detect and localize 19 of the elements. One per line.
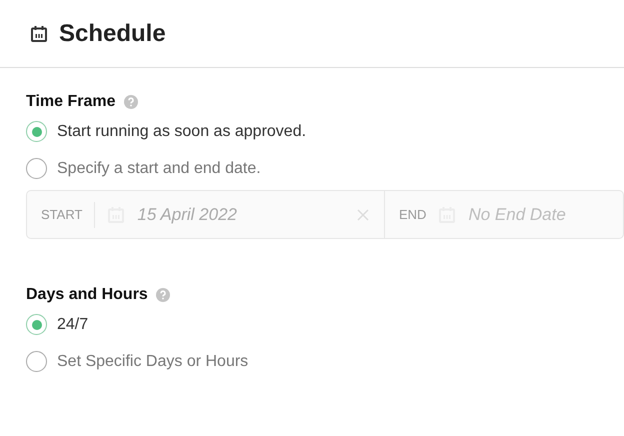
section-title: Days and Hours: [26, 286, 148, 304]
page-title: Schedule: [59, 20, 166, 48]
radio-option[interactable]: Specify a start and end date.: [26, 150, 261, 187]
radio-button[interactable]: [26, 314, 47, 335]
section-title: Time Frame: [26, 93, 116, 111]
radio-option[interactable]: Start running as soon as approved.: [26, 113, 306, 150]
radio-button[interactable]: [26, 121, 47, 142]
start-date-value: 15 April 2022: [137, 204, 238, 224]
end-date-placeholder: No End Date: [468, 204, 567, 224]
help-icon: [124, 95, 138, 109]
start-label: START: [41, 207, 82, 222]
radio-option[interactable]: 24/7: [26, 306, 88, 343]
radio-button[interactable]: [26, 158, 47, 179]
end-label: END: [399, 207, 426, 222]
clear-icon: [357, 208, 369, 220]
radio-button[interactable]: [26, 351, 47, 372]
radio-option[interactable]: Set Specific Days or Hours: [26, 343, 248, 380]
help-icon: [156, 288, 170, 302]
calendar-icon: [30, 25, 48, 42]
